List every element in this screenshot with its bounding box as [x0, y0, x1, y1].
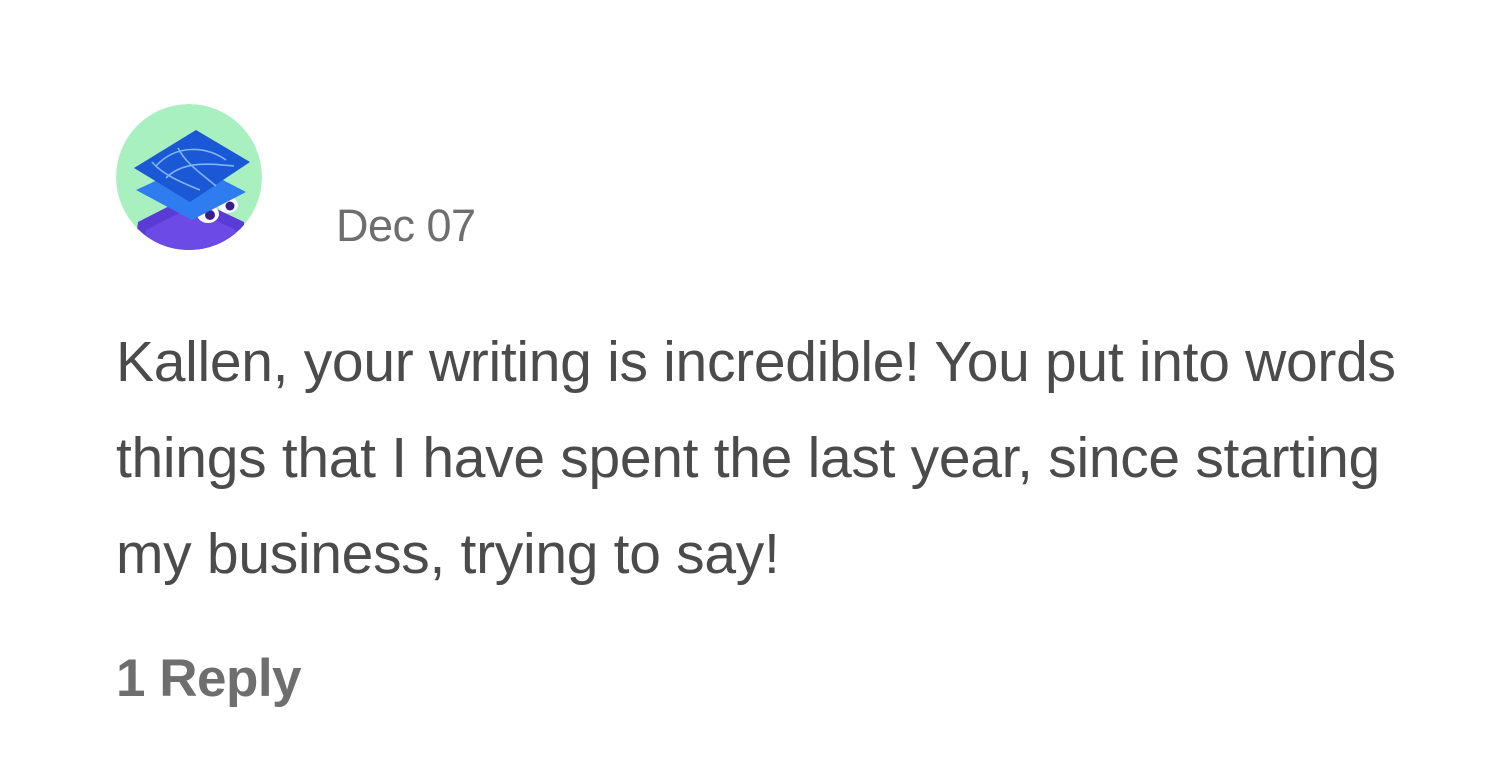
avatar[interactable] — [116, 104, 262, 250]
comment-date: Dec 07 — [336, 200, 476, 251]
comment-card: Dec 07 Kallen, your writing is incredibl… — [0, 0, 1498, 781]
layered-tiles-creature-icon — [116, 104, 262, 250]
comment-text: Kallen, your writing is incredible! You … — [116, 330, 1396, 586]
reply-count-link[interactable]: 1 Reply — [116, 648, 302, 710]
